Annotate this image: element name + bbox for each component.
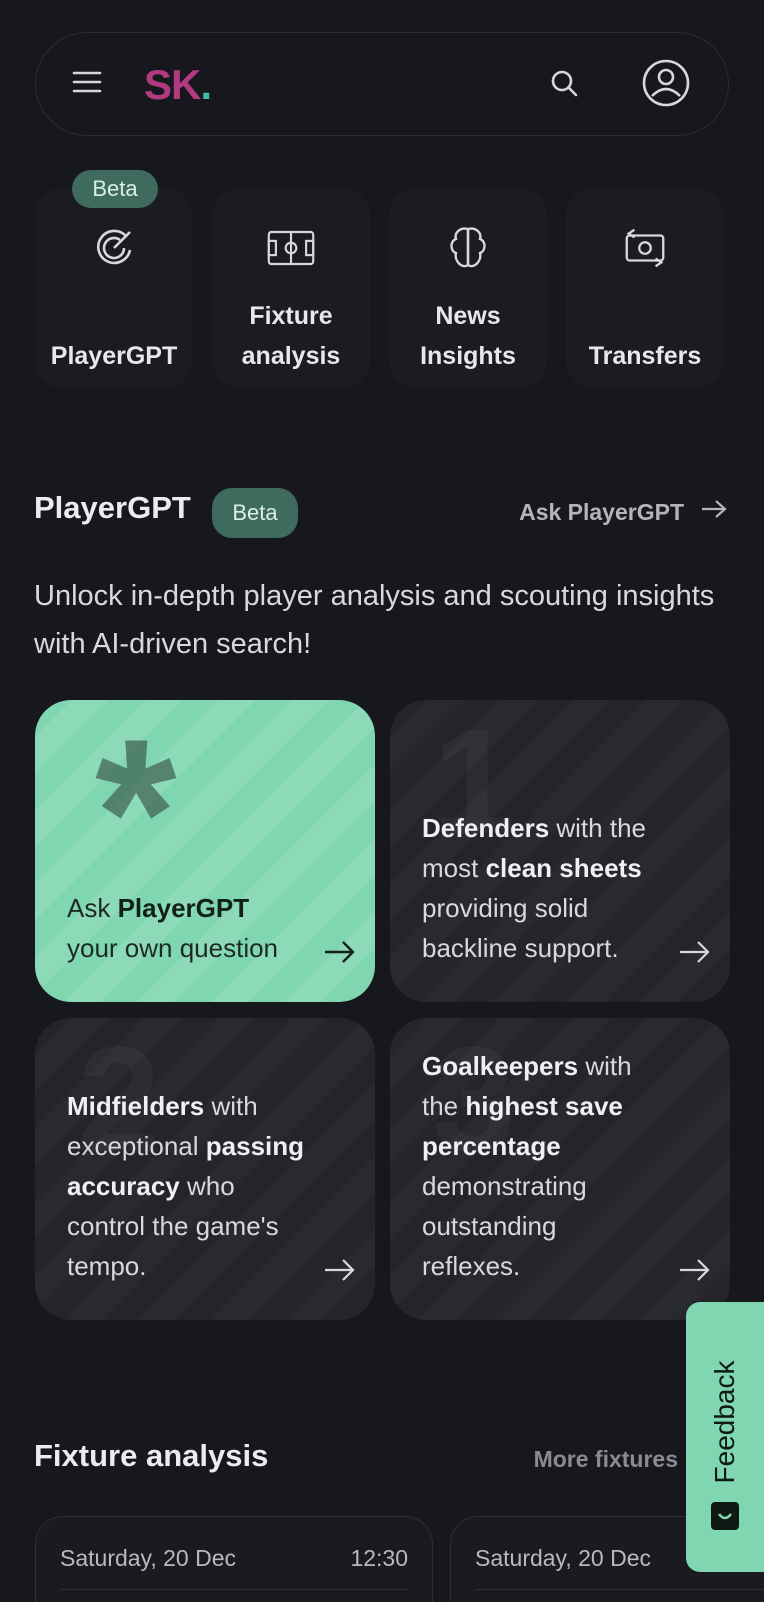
defenders-suggestion-card[interactable]: 1 Defenders with the most clean sheets p… — [390, 700, 730, 1002]
ask-playergpt-link[interactable]: Ask PlayerGPT — [519, 498, 728, 526]
ask-playergpt-label: Ask PlayerGPT — [519, 498, 684, 525]
arrow-right-icon — [678, 938, 712, 966]
quick-link-label: Fixture analysis — [241, 302, 341, 370]
home-page: SK. PlayerGPT Beta Fixture analysis News — [0, 0, 764, 1602]
beta-badge: Beta — [72, 170, 158, 208]
quick-link-label: PlayerGPT — [50, 342, 178, 370]
quick-link-fixture-analysis[interactable]: Fixture analysis — [212, 188, 370, 388]
quick-link-transfers[interactable]: Transfers — [566, 188, 724, 388]
arrow-right-icon — [700, 498, 728, 526]
quick-link-playergpt[interactable]: PlayerGPT — [35, 188, 193, 388]
logo-text: SK — [144, 61, 201, 108]
quick-link-label: News Insights — [420, 302, 516, 370]
pitch-icon — [267, 224, 315, 272]
ask-own-question-card[interactable]: * Ask PlayerGPT your own question — [35, 700, 375, 1002]
arrow-right-icon — [323, 1256, 357, 1284]
feedback-icon — [711, 1502, 739, 1530]
brand-logo[interactable]: SK. — [144, 61, 212, 109]
arrow-right-icon — [323, 938, 357, 966]
hamburger-icon — [72, 70, 102, 99]
brain-icon — [444, 224, 492, 272]
card-text: Ask PlayerGPT your own question — [67, 893, 279, 963]
card-text: Defenders with the most clean sheets pro… — [422, 813, 646, 963]
fixture-date: Saturday, 20 Dec — [475, 1545, 652, 1571]
transfer-icon — [621, 224, 669, 272]
more-fixtures-label: More fixtures — [533, 1446, 678, 1472]
fixture-section-title: Fixture analysis — [34, 1438, 269, 1473]
playergpt-section-title: PlayerGPT — [34, 490, 191, 525]
user-icon — [641, 58, 691, 113]
playergpt-beta-badge: Beta — [212, 488, 298, 538]
fixture-divider — [475, 1589, 764, 1590]
more-fixtures-link[interactable]: More fixtures — [534, 1446, 678, 1473]
asterisk-icon: * — [95, 700, 177, 930]
fixture-time: 12:30 — [350, 1545, 408, 1571]
feedback-tab[interactable]: Feedback — [686, 1302, 764, 1572]
search-button[interactable] — [536, 57, 592, 113]
search-icon — [549, 68, 579, 103]
quick-link-label: Transfers — [588, 342, 702, 370]
logo-dot: . — [200, 61, 212, 108]
playergpt-icon — [90, 224, 138, 272]
fixture-date: Saturday, 20 Dec — [60, 1545, 237, 1571]
top-navigation-bar: SK. — [35, 32, 729, 136]
goalkeepers-suggestion-card[interactable]: 3 Goalkeepers with the highest save perc… — [390, 1018, 730, 1320]
playergpt-intro: Unlock in-depth player analysis and scou… — [34, 580, 715, 660]
quick-link-news-insights[interactable]: News Insights — [389, 188, 547, 388]
fixture-card[interactable]: Saturday, 20 Dec 12:30 — [35, 1516, 433, 1602]
midfielders-suggestion-card[interactable]: 2 Midfielders with exceptional passing a… — [35, 1018, 375, 1320]
feedback-label: Feedback — [709, 1360, 740, 1484]
account-button[interactable] — [636, 55, 696, 115]
card-text: Goalkeepers with the highest save percen… — [422, 1051, 632, 1281]
fixture-divider — [60, 1589, 408, 1590]
menu-button[interactable] — [56, 53, 118, 115]
arrow-right-icon — [678, 1256, 712, 1284]
card-text: Midfielders with exceptional passing acc… — [67, 1091, 305, 1281]
